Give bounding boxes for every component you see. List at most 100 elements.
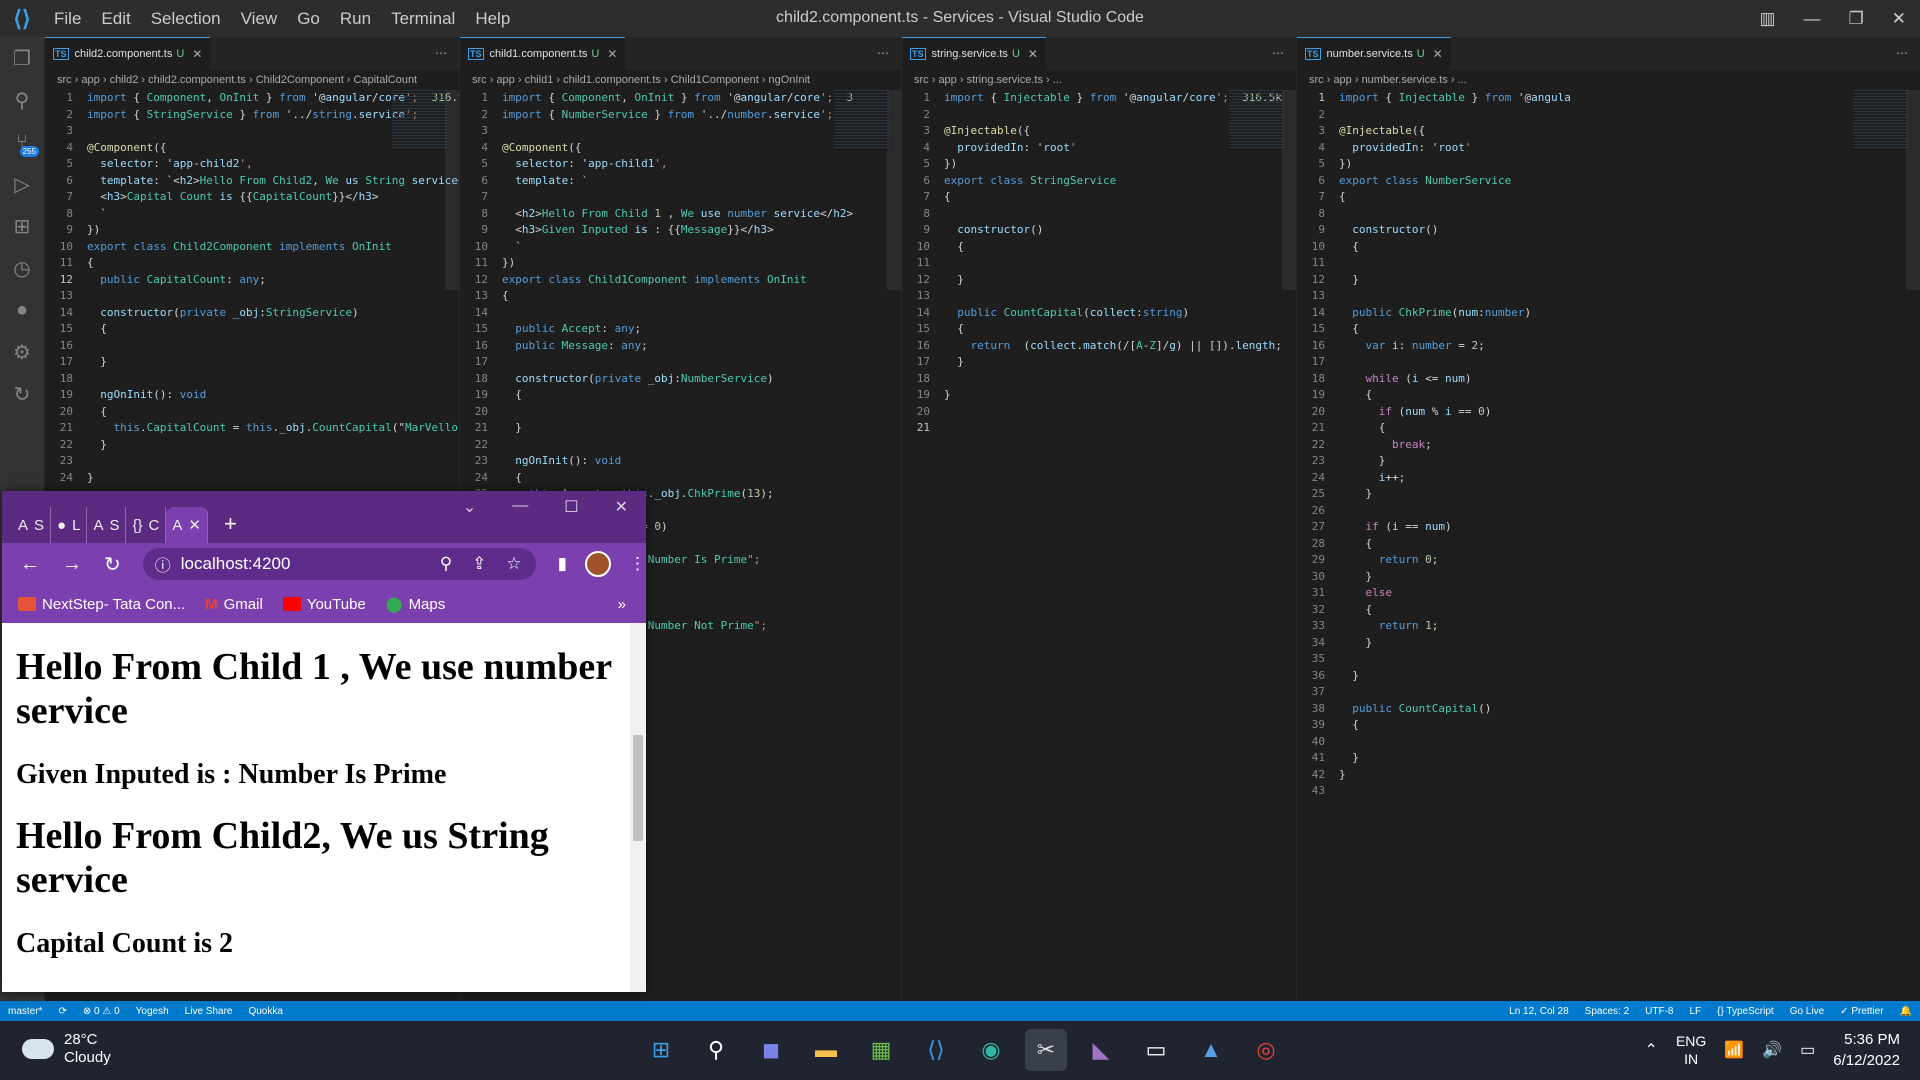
- photos-icon[interactable]: ▲: [1190, 1029, 1232, 1071]
- search-icon[interactable]: ⚲: [0, 79, 44, 121]
- encoding-status[interactable]: UTF-8: [1637, 1006, 1681, 1017]
- page-scrollbar[interactable]: [630, 623, 646, 992]
- minimap[interactable]: [834, 90, 889, 150]
- search-taskbar-icon[interactable]: ⚲: [695, 1029, 737, 1071]
- run-debug-icon[interactable]: ▷: [0, 163, 44, 205]
- scroll-thumb[interactable]: [633, 735, 643, 841]
- chrome-minimize-button[interactable]: —: [494, 497, 546, 517]
- file-explorer-icon[interactable]: ▬: [805, 1029, 847, 1071]
- code-editor[interactable]: 1 import { Injectable } from '@angula 2 3 @I…: [1297, 90, 1920, 800]
- eol-status[interactable]: LF: [1681, 1006, 1709, 1017]
- bookmark-star-icon[interactable]: ☆: [506, 554, 521, 574]
- bookmark-tcs[interactable]: NextStep- Tata Con...: [18, 596, 185, 613]
- menu-terminal[interactable]: Terminal: [381, 9, 465, 29]
- restore-button[interactable]: ❐: [1835, 9, 1878, 29]
- share-icon[interactable]: ⇪: [472, 554, 486, 574]
- wifi-icon[interactable]: 📶: [1724, 1040, 1744, 1060]
- cursor-position[interactable]: Ln 12, Col 28: [1501, 1006, 1577, 1017]
- layout-toggle-icon[interactable]: ▥: [1745, 9, 1789, 29]
- snipping-tool-icon[interactable]: ✂: [1025, 1029, 1067, 1071]
- sync-icon[interactable]: ⟳: [50, 1006, 74, 1017]
- branch-status[interactable]: master*: [0, 1006, 50, 1017]
- language-status[interactable]: {} TypeScript: [1709, 1006, 1782, 1017]
- volume-icon[interactable]: 🔊: [1762, 1040, 1782, 1060]
- clock[interactable]: 5:36 PM 6/12/2022: [1833, 1029, 1900, 1071]
- editor-tab[interactable]: TS string.service.ts U ✕: [902, 37, 1046, 70]
- more-actions-icon[interactable]: ⋯: [1272, 46, 1290, 60]
- teams-chat-icon[interactable]: ◼: [750, 1029, 792, 1071]
- editor-scrollbar[interactable]: [887, 90, 901, 290]
- menu-selection[interactable]: Selection: [141, 9, 231, 29]
- back-icon[interactable]: ←: [20, 553, 40, 576]
- editor-tab[interactable]: TS number.service.ts U ✕: [1297, 37, 1451, 70]
- minimize-button[interactable]: —: [1790, 9, 1835, 29]
- more-actions-icon[interactable]: ⋯: [1896, 46, 1914, 60]
- bookmark-maps[interactable]: ⬤ Maps: [386, 595, 445, 614]
- forward-icon[interactable]: →: [62, 553, 82, 576]
- explorer-icon[interactable]: ❐: [0, 37, 44, 79]
- editor-scrollbar[interactable]: [445, 90, 459, 290]
- close-tab-icon[interactable]: ✕: [1433, 47, 1443, 61]
- breadcrumb[interactable]: src › app › child1 › child1.component.ts…: [460, 70, 901, 90]
- weather-widget[interactable]: 28°C Cloudy: [22, 1031, 111, 1067]
- breadcrumb[interactable]: src › app › string.service.ts › ...: [902, 70, 1296, 90]
- timeline-icon[interactable]: ◷: [0, 247, 44, 289]
- new-tab-button[interactable]: +: [208, 511, 253, 537]
- editor-tab[interactable]: TS child1.component.ts U ✕: [460, 37, 626, 70]
- chrome-tab[interactable]: ● L: [51, 507, 88, 543]
- menu-go[interactable]: Go: [287, 9, 330, 29]
- breadcrumb[interactable]: src › app › number.service.ts › ...: [1297, 70, 1920, 90]
- chrome-maximize-button[interactable]: ☐: [546, 497, 596, 517]
- close-tab-icon[interactable]: ✕: [607, 47, 617, 61]
- close-tab-icon[interactable]: ✕: [192, 47, 202, 61]
- bell-icon[interactable]: 🔔: [1892, 1006, 1920, 1017]
- sidepanel-icon[interactable]: ▮: [558, 554, 567, 574]
- minimap[interactable]: [392, 90, 447, 150]
- info-icon[interactable]: ⓘ: [155, 552, 171, 576]
- minimap[interactable]: [1853, 90, 1908, 150]
- minimap[interactable]: [1229, 90, 1284, 150]
- language-indicator[interactable]: ENG IN: [1676, 1032, 1706, 1068]
- address-bar[interactable]: ⓘ localhost:4200 ⚲ ⇪ ☆: [142, 548, 536, 580]
- zoom-icon[interactable]: ⚲: [440, 554, 452, 574]
- chrome-tab[interactable]: AS: [87, 507, 127, 543]
- prettier-status[interactable]: ✓ Prettier: [1832, 1006, 1891, 1017]
- chrome-taskbar-icon[interactable]: ◎: [1245, 1029, 1287, 1071]
- indentation-status[interactable]: Spaces: 2: [1577, 1006, 1637, 1017]
- live-share-icon[interactable]: ↻: [0, 373, 44, 415]
- quokka-status[interactable]: Quokka: [240, 1006, 290, 1017]
- source-control-icon[interactable]: ⑂ 255: [0, 121, 44, 163]
- start-icon[interactable]: ⊞: [640, 1029, 682, 1071]
- visual-studio-icon[interactable]: ◣: [1080, 1029, 1122, 1071]
- extensions-icon[interactable]: ⊞: [0, 205, 44, 247]
- reload-icon[interactable]: ↻: [104, 552, 121, 577]
- chrome-tab-active[interactable]: A ✕: [166, 507, 208, 543]
- menu-edit[interactable]: Edit: [91, 9, 140, 29]
- close-window-button[interactable]: ✕: [1878, 9, 1920, 29]
- close-tab-icon[interactable]: ✕: [188, 516, 201, 534]
- more-actions-icon[interactable]: ⋯: [877, 46, 895, 60]
- menu-run[interactable]: Run: [330, 9, 381, 29]
- edge-icon[interactable]: ◉: [970, 1029, 1012, 1071]
- battery-icon[interactable]: ▭: [1800, 1040, 1815, 1060]
- more-actions-icon[interactable]: ⋯: [435, 46, 453, 60]
- chrome-tab[interactable]: {} C: [126, 507, 167, 543]
- menu-file[interactable]: File: [44, 9, 91, 29]
- bookmarks-overflow[interactable]: »: [618, 596, 626, 613]
- chevron-up-icon[interactable]: ⌃: [1645, 1040, 1658, 1060]
- github-icon[interactable]: ●: [0, 289, 44, 331]
- editor-tab[interactable]: TS child2.component.ts U ✕: [45, 37, 211, 70]
- close-tab-icon[interactable]: ✕: [1028, 47, 1038, 61]
- menu-view[interactable]: View: [231, 9, 288, 29]
- liveshare-status[interactable]: Live Share: [177, 1006, 241, 1017]
- bookmark-gmail[interactable]: M Gmail: [205, 596, 263, 613]
- sheets-icon[interactable]: ▦: [860, 1029, 902, 1071]
- user-status[interactable]: Yogesh: [128, 1006, 177, 1017]
- vscode-taskbar-icon[interactable]: ⟨⟩: [915, 1029, 957, 1071]
- bookmark-youtube[interactable]: YouTube: [282, 596, 366, 613]
- avatar[interactable]: [585, 551, 611, 577]
- chrome-menu-icon[interactable]: ⋮: [629, 554, 646, 574]
- breadcrumb[interactable]: src › app › child2 › child2.component.ts…: [45, 70, 459, 90]
- menu-help[interactable]: Help: [465, 9, 520, 29]
- chrome-tab[interactable]: AS: [12, 507, 52, 543]
